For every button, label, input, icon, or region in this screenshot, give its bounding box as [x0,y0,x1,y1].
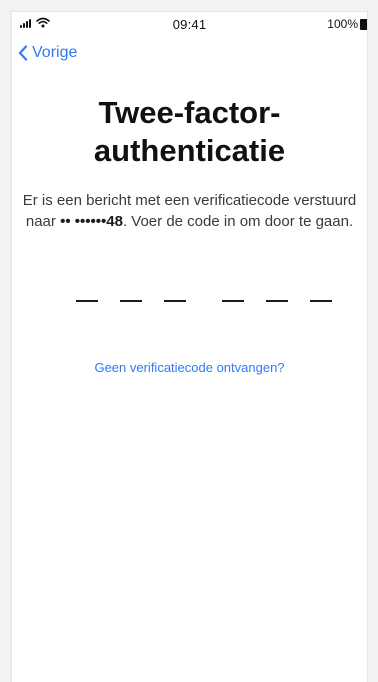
battery-icon [360,18,367,30]
code-digit-slot[interactable] [310,300,332,302]
code-digit-slot[interactable] [120,300,142,302]
code-digit-slot[interactable] [222,300,244,302]
battery-status: 100% [327,17,367,31]
page-title: Twee-factor-authenticatie [93,95,286,168]
code-digit-slot[interactable] [266,300,288,302]
battery-percentage: 100% [327,17,358,31]
code-digit-slot[interactable] [164,300,186,302]
instruction-text: Er is een bericht met een verificatiecod… [22,190,357,232]
status-bar: 09:41 100% [12,12,367,36]
back-label: Vorige [32,44,78,61]
code-digit-slot[interactable] [76,300,98,302]
instruction-text-end: . Voer de code in om door te gaan. [122,213,354,230]
status-time: 09:41 [172,17,207,32]
no-code-received-link[interactable]: Geen verificatiecode ontvangen? [12,360,367,375]
chevron-left-icon [18,45,28,61]
back-button[interactable]: Vorige [18,44,77,62]
verification-code-input[interactable] [76,300,332,310]
phone-screen: 09:41 100% Vorige Twee-factor-authentica… [12,12,367,682]
masked-phone-number: •• ••••••48 [60,213,123,230]
